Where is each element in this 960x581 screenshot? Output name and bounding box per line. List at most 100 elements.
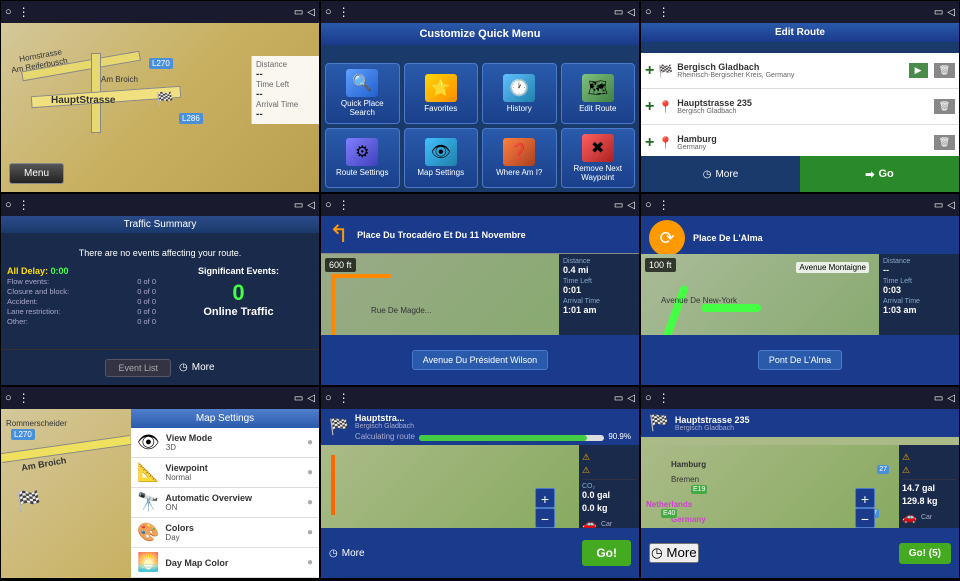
traffic-summary-header: Traffic Summary <box>1 216 319 233</box>
back-icon-4[interactable]: ◁ <box>307 200 315 211</box>
green-route-vert <box>661 284 689 335</box>
cell-edit-route: ○ ⋮ ▭ ◁ Edit Route + 🏁 Bergisch Gladbach… <box>640 0 960 193</box>
back-icon-9[interactable]: ◁ <box>947 393 955 404</box>
calc-more-button[interactable]: ◷ More <box>329 548 365 559</box>
colors-arrow-icon: ● <box>307 527 313 538</box>
menu-dots-6[interactable]: ⋮ <box>658 198 671 212</box>
menu-dots-9[interactable]: ⋮ <box>658 391 671 405</box>
vehicle-label-8: Car <box>601 521 612 528</box>
distance-val-5: 0.4 mi <box>563 265 635 275</box>
circle-icon-5: ○ <box>325 199 332 211</box>
lane-val: 0 of 0 <box>137 307 156 316</box>
zoom-minus-btn-9[interactable]: − <box>855 508 875 528</box>
vehicle-icon-9: 🚗 <box>902 510 917 524</box>
more-label-4: More <box>192 362 215 373</box>
cell-nav-alma: ○ ⋮ ▭ ◁ ⟳ Place De L'Alma 100 ft Avenue … <box>640 193 960 386</box>
history-icon: 🕐 <box>503 74 535 102</box>
nav-dest-sub-9: Bergisch Gladbach <box>675 425 951 432</box>
menu-dots-5[interactable]: ⋮ <box>338 198 351 212</box>
back-icon-3[interactable]: ◁ <box>947 7 955 18</box>
autooverview-arrow-icon: ● <box>307 497 313 508</box>
road-badge-L270: L270 <box>149 58 173 69</box>
warn-icon-8-1: ⚠ <box>582 465 636 476</box>
circle-icon-6: ○ <box>645 199 652 211</box>
route-del-btn-0[interactable]: 🗑 <box>934 63 955 78</box>
qm-item-history[interactable]: 🕐 History <box>482 63 557 124</box>
menu-dots-1[interactable]: ⋮ <box>18 5 31 19</box>
qm-item-map-settings[interactable]: 👁 Map Settings <box>404 128 479 189</box>
route-del-btn-2[interactable]: 🗑 <box>934 135 955 150</box>
back-icon-2[interactable]: ◁ <box>627 7 635 18</box>
edit-route-go-button[interactable]: ➡ Go <box>800 156 959 192</box>
zoom-plus-btn-9[interactable]: + <box>855 488 875 508</box>
warn-icons-8: ⚠ ⚠ <box>582 452 636 476</box>
calc-go-button[interactable]: Go! <box>582 540 631 566</box>
accident-label: Accident: <box>7 297 38 306</box>
route-del-btn-1[interactable]: 🗑 <box>934 99 955 114</box>
edit-route-more-button[interactable]: ◷ More <box>641 156 800 192</box>
circle-icon-9: ○ <box>645 392 652 404</box>
route-play-btn-0[interactable]: ▶ <box>909 63 928 78</box>
distance-label-6: Distance <box>883 258 955 265</box>
menu-dots-2[interactable]: ⋮ <box>338 5 351 19</box>
add-icon-0[interactable]: + <box>645 62 654 80</box>
menu-dots-8[interactable]: ⋮ <box>338 391 351 405</box>
back-icon-1[interactable]: ◁ <box>307 7 315 18</box>
circle-icon-7: ○ <box>5 392 12 404</box>
colors-icon: 🎨 <box>137 522 159 543</box>
autooverview-name: Automatic Overview <box>165 493 301 503</box>
settings-row-daymap[interactable]: 🌅 Day Map Color ● <box>131 548 319 578</box>
edit-route-header: Edit Route <box>641 23 959 42</box>
footer-street-btn-5[interactable]: Avenue Du Président Wilson <box>412 350 548 370</box>
route-line-5 <box>331 274 335 335</box>
window-icon-9: ▭ <box>934 393 943 404</box>
back-icon-5[interactable]: ◁ <box>627 200 635 211</box>
viewmode-val: 3D <box>166 443 301 452</box>
online-traffic-label: Online Traffic <box>164 306 313 318</box>
map-label-bremen: Bremen <box>671 475 699 484</box>
viewpoint-val: Normal <box>165 473 301 482</box>
zoom-plus-btn-8[interactable]: + <box>535 488 555 508</box>
settings-row-autooverview[interactable]: 🔭 Automatic Overview ON ● <box>131 488 319 518</box>
road-label-7-0: Rommerscheider <box>6 419 67 428</box>
go-arrow-icon: ➡ <box>865 168 874 181</box>
more-icon: ◷ <box>703 169 712 180</box>
qm-item-remove-waypoint[interactable]: ✖ Remove Next Waypoint <box>561 128 636 189</box>
back-icon-8[interactable]: ◁ <box>627 393 635 404</box>
nav-more-button-9[interactable]: ◷ More <box>649 543 699 563</box>
timeleft-val: -- <box>256 89 315 100</box>
nav-go-button-9[interactable]: Go! (5) <box>899 543 951 564</box>
footer-street-btn-6[interactable]: Pont De L'Alma <box>758 350 842 370</box>
event-list-button[interactable]: Event List <box>105 359 171 377</box>
add-icon-2[interactable]: + <box>645 134 654 152</box>
traffic-row-flow: Flow events: 0 of 0 <box>7 277 156 286</box>
menu-dots-7[interactable]: ⋮ <box>18 391 31 405</box>
menu-button[interactable]: Menu <box>9 163 64 184</box>
settings-row-viewpoint[interactable]: 📐 Viewpoint Normal ● <box>131 458 319 488</box>
zoom-minus-btn-8[interactable]: − <box>535 508 555 528</box>
route-text-2: Hamburg Germany <box>677 134 927 151</box>
nav-street-6: Place De L'Alma <box>693 233 763 243</box>
settings-header: Map Settings <box>131 409 319 428</box>
cell-quick-menu: ○ ⋮ ▭ ◁ Customize Quick Menu 🔍 Quick Pla… <box>320 0 640 193</box>
back-icon-7[interactable]: ◁ <box>307 393 315 404</box>
settings-row-viewmode[interactable]: 👁 View Mode 3D ● <box>131 428 319 458</box>
circle-icon-4: ○ <box>5 199 12 211</box>
traffic-row-accident: Accident: 0 of 0 <box>7 297 156 306</box>
menu-dots-3[interactable]: ⋮ <box>658 5 671 19</box>
viewpoint-arrow-icon: ● <box>307 467 313 478</box>
add-icon-1[interactable]: + <box>645 98 654 116</box>
qm-item-quick-place-search[interactable]: 🔍 Quick Place Search <box>325 63 400 124</box>
back-icon-6[interactable]: ◁ <box>947 200 955 211</box>
other-val: 0 of 0 <box>137 317 156 326</box>
more-label-8: More <box>342 548 365 559</box>
qm-item-favorites[interactable]: ⭐ Favorites <box>404 63 479 124</box>
distance-val: -- <box>256 69 315 80</box>
window-icon-4: ▭ <box>294 200 303 211</box>
settings-row-colors[interactable]: 🎨 Colors Day ● <box>131 518 319 548</box>
traffic-more-button[interactable]: ◷ More <box>179 362 215 373</box>
menu-dots-4[interactable]: ⋮ <box>18 198 31 212</box>
qm-item-route-settings[interactable]: ⚙ Route Settings <box>325 128 400 189</box>
qm-item-where-am-i[interactable]: ❓ Where Am I? <box>482 128 557 189</box>
qm-item-edit-route[interactable]: 🗺 Edit Route <box>561 63 636 124</box>
